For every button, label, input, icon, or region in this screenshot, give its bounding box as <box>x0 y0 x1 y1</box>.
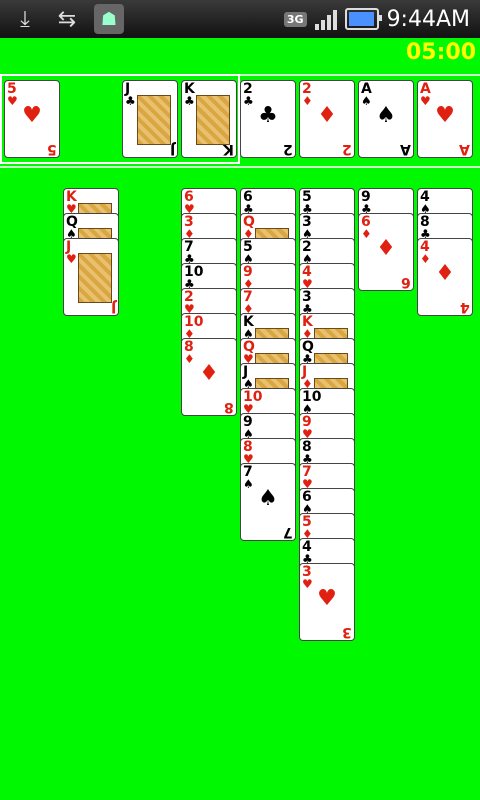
card-rank-bottom: 2 <box>283 141 293 157</box>
card-pip-icon: ♠ <box>376 103 396 128</box>
status-bar: ⤓ ⇆ ☗ 3G 9:44AM <box>0 0 480 38</box>
card-suit-icon: ♥ <box>66 252 77 266</box>
game-timer: 05:00 <box>405 40 476 65</box>
card-pip-icon: ♦ <box>376 236 396 261</box>
card-pip-icon: ♣ <box>258 103 278 128</box>
card-pip-icon: ♥ <box>435 103 455 128</box>
android-debug-icon: ☗ <box>94 4 124 34</box>
card-rank-bottom: 7 <box>283 524 293 540</box>
card-pip-icon: ♦ <box>317 103 337 128</box>
card-rank-bottom: A <box>459 141 470 157</box>
face-card-art <box>137 95 171 145</box>
freecell-card[interactable]: 5 ♥ ♥ 5 <box>4 80 60 158</box>
freecell-card[interactable]: J ♣ J <box>122 80 178 158</box>
tableau-card[interactable]: 6 ♦ ♦ 6 <box>358 213 414 291</box>
tableau-card[interactable]: 3 ♥ ♥ 3 <box>299 563 355 641</box>
card-pip-icon: ♦ <box>199 361 219 386</box>
card-rank-bottom: 6 <box>401 274 411 290</box>
card-suit-icon: ♣ <box>184 94 195 108</box>
network-type-label: 3G <box>283 11 307 27</box>
foundation-card[interactable]: A ♠ ♠ A <box>358 80 414 158</box>
tableau-card[interactable]: 8 ♦ ♦ 8 <box>181 338 237 416</box>
card-rank-bottom: 3 <box>342 624 352 640</box>
card-suit-icon: ♣ <box>125 94 136 108</box>
tableau-card[interactable]: 7 ♠ ♠ 7 <box>240 463 296 541</box>
face-card-art <box>196 95 230 145</box>
card-rank-bottom: 8 <box>224 399 234 415</box>
foundation-card[interactable]: A ♥ ♥ A <box>417 80 473 158</box>
card-pip-icon: ♥ <box>22 103 42 128</box>
card-pip-icon: ♠ <box>258 486 278 511</box>
card-rank-bottom: J <box>110 299 116 315</box>
tableau-card[interactable]: 4 ♦ ♦ 4 <box>417 238 473 316</box>
download-done-icon: ⤓ <box>20 6 30 32</box>
card-rank-bottom: J <box>169 141 175 157</box>
status-clock: 9:44AM <box>386 6 470 32</box>
card-pip-icon: ♦ <box>435 261 455 286</box>
battery-icon <box>344 8 382 30</box>
card-rank-bottom: 5 <box>47 141 57 157</box>
card-pip-icon: ♥ <box>317 586 337 611</box>
signal-icon <box>314 8 337 30</box>
card-rank-bottom: 2 <box>342 141 352 157</box>
foundation-card[interactable]: 2 ♦ ♦ 2 <box>299 80 355 158</box>
card-rank-bottom: A <box>400 141 411 157</box>
tableau-card[interactable]: J ♥ J <box>63 238 119 316</box>
card-rank-bottom: 4 <box>460 299 470 315</box>
card-rank-bottom: K <box>223 141 234 157</box>
usb-icon: ⇆ <box>57 6 77 32</box>
freecell-card[interactable]: K ♣ K <box>181 80 237 158</box>
face-card-art <box>78 253 112 303</box>
foundation-card[interactable]: 2 ♣ ♣ 2 <box>240 80 296 158</box>
